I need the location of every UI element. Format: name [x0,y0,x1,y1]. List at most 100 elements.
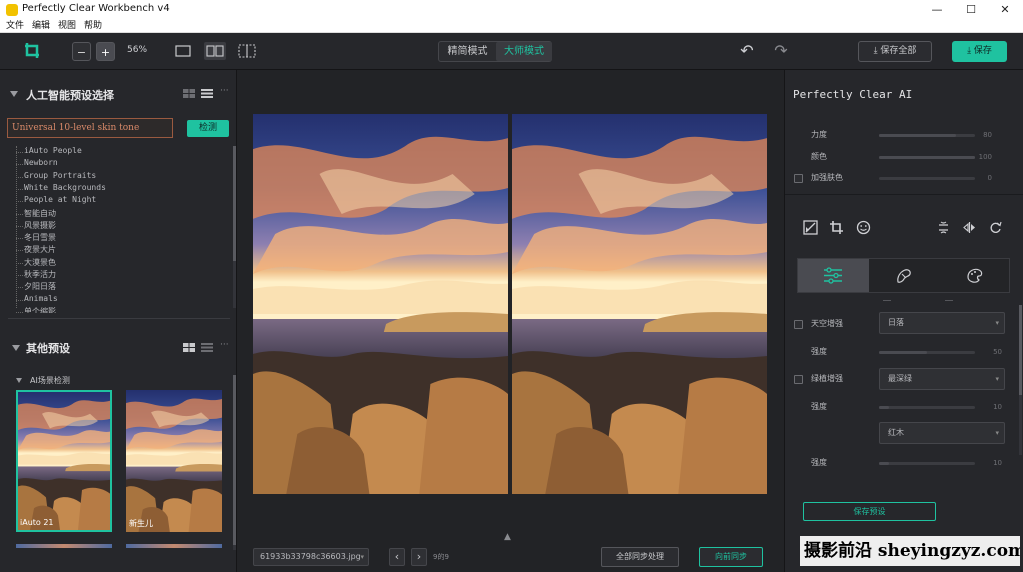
preset-item[interactable]: 冬日雪景 [24,232,56,243]
collapse-ai-scene-icon[interactable] [16,378,22,383]
divider [8,318,230,319]
preset-item[interactable]: iAuto People [24,146,82,155]
preset-item[interactable]: White Backgrounds [24,183,106,192]
maximize-button[interactable]: ☐ [954,0,988,20]
processed-image[interactable] [512,114,767,494]
sync-forward-button[interactable]: 向前同步 [699,547,763,567]
preset-item[interactable]: 秋季活力 [24,269,56,280]
flip-horizontal-icon[interactable] [963,221,976,234]
left-panel: 人工智能预设选择 ··· Universal 10-level skin ton… [0,70,237,572]
enhance-skin-slider[interactable] [879,177,975,180]
list-view-icon[interactable] [201,89,213,98]
thumbnail-iauto[interactable]: iAuto 21 [16,390,112,532]
sky-enhance-select[interactable]: 日落 ▾ [879,312,1005,334]
settings-scrollbar[interactable] [1019,305,1022,455]
tab-adjustments[interactable] [798,259,869,292]
preset-item[interactable]: 智能自动 [24,208,56,219]
preset-item[interactable]: 夕阳日落 [24,281,56,292]
thumbnail-newborn[interactable]: 新生儿 [126,390,222,532]
minimize-button[interactable]: — [920,0,954,20]
sync-all-button[interactable]: 全部同步处理 [601,547,679,567]
filename-select[interactable]: 61933b33798c36603.jpg ▾ [253,548,369,566]
preset-item[interactable]: 夜景大片 [24,244,56,255]
wood-value: 红木 [888,428,904,437]
crop-icon[interactable] [829,220,844,235]
thumbnails-scrollbar[interactable] [233,375,236,550]
sky-enhance-value: 日落 [888,318,904,327]
preset-search-value: Universal 10-level skin tone [12,123,140,133]
foliage-enhance-select[interactable]: 最深绿 ▾ [879,368,1005,390]
more-options-icon[interactable]: ··· [220,340,229,350]
tree-connector [16,275,23,276]
color-label: 颜色 [811,152,827,161]
next-image-button[interactable]: › [411,548,427,566]
strength-slider[interactable] [879,134,975,137]
more-options-icon[interactable]: ··· [220,86,229,96]
collapse-other-presets-icon[interactable] [12,345,20,351]
chevron-down-icon: ▾ [360,553,364,561]
preset-item[interactable]: 大漠景色 [24,257,56,268]
preset-item[interactable]: 单个缩影 [24,306,56,313]
enhance-skin-checkbox[interactable] [794,174,803,183]
sky-strength-slider[interactable] [879,351,975,354]
collapse-ai-presets-icon[interactable] [10,91,18,97]
grid-view-icon[interactable] [183,343,195,352]
save-button[interactable]: ⤓ 保存 [952,41,1007,62]
preset-search-input[interactable]: Universal 10-level skin tone [7,118,173,138]
preset-item[interactable]: 风景摄影 [24,220,56,231]
mode-simple-tab[interactable]: 精简模式 [439,42,496,61]
menu-help[interactable]: 帮助 [84,20,102,32]
color-slider[interactable] [879,156,975,159]
menu-view[interactable]: 视图 [58,20,76,32]
zoom-out-button[interactable]: − [72,42,91,61]
zoom-level: 56% [127,45,148,55]
sky-enhance-checkbox[interactable] [794,320,803,329]
list-view-icon[interactable] [201,343,213,352]
preset-item[interactable]: Group Portraits [24,171,96,180]
preset-scrollbar[interactable] [233,146,236,308]
thumbnail-partial[interactable] [16,544,112,548]
wood-select[interactable]: 红木 ▾ [879,422,1005,444]
preset-item[interactable]: People at Night [24,195,96,204]
flip-vertical-icon[interactable] [937,221,950,234]
single-view-icon[interactable] [175,45,191,57]
levels-icon[interactable] [803,220,818,235]
filmstrip-toggle-icon[interactable]: ▲ [504,532,511,542]
wood-strength-slider[interactable] [879,462,975,465]
detect-button[interactable]: 检测 [187,120,229,137]
ai-scene-title: AI场景检测 [30,376,70,385]
face-icon[interactable] [856,220,871,235]
preset-item[interactable]: Newborn [24,158,58,167]
grid-view-icon[interactable] [183,89,195,98]
wood-strength-label: 强度 [811,458,827,467]
title-bar: Perfectly Clear Workbench v4 — ☐ ✕ [0,0,1023,20]
foliage-strength-slider[interactable] [879,406,975,409]
previous-image-button[interactable]: ‹ [389,548,405,566]
save-all-button[interactable]: ⤓ 保存全部 [858,41,932,62]
save-preset-button[interactable]: 保存预设 [803,502,936,521]
tab-effects[interactable] [940,259,1011,292]
divider [945,300,953,301]
tree-connector [16,287,23,289]
redo-icon[interactable]: ↷ [771,41,791,60]
menu-edit[interactable]: 编辑 [32,20,50,32]
menu-file[interactable]: 文件 [6,20,24,32]
tree-connector [16,176,23,178]
download-icon: ⤓ [873,46,878,56]
window-title: Perfectly Clear Workbench v4 [22,3,170,14]
strength-label: 力度 [811,130,827,139]
compare-view-icon[interactable] [238,44,256,58]
thumbnail-partial[interactable] [126,544,222,548]
original-image[interactable] [253,114,508,494]
rotate-icon[interactable] [989,221,1002,234]
image-counter: 9的9 [433,553,449,561]
tree-connector [16,250,23,252]
zoom-in-button[interactable]: + [96,42,115,61]
tab-creative[interactable] [869,259,940,292]
split-view-icon[interactable] [204,42,226,60]
close-button[interactable]: ✕ [988,0,1022,20]
mode-master-tab[interactable]: 大师模式 [496,42,552,61]
foliage-enhance-checkbox[interactable] [794,375,803,384]
preset-item[interactable]: Animals [24,294,58,303]
undo-icon[interactable]: ↶ [737,41,757,60]
